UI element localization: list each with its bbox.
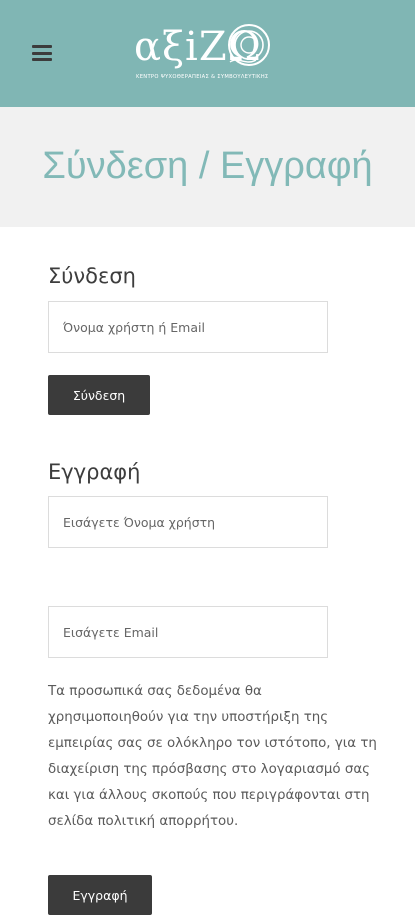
page-title: Σύνδεση / Εγγραφή [42,145,373,187]
register-button[interactable]: Εγγραφή [48,875,152,915]
privacy-notice: Τα προσωπικά σας δεδομένα θα χρησιμοποιη… [48,684,377,829]
logo-swirl-icon [228,24,270,66]
login-username-field[interactable] [48,301,328,353]
register-email-input[interactable] [49,607,327,657]
login-username-input[interactable] [49,302,327,352]
site-header: αξiΖΩ ΚΕΝΤΡΟ ΨΥΧΟΘΕΡΑΠΕΙΑΣ & ΣΥΜΒΟΥΛΕΥΤΙ… [0,0,415,107]
register-username-field[interactable] [48,496,328,548]
register-username-input[interactable] [49,497,327,547]
login-heading: Σύνδεση [48,264,136,288]
register-email-field[interactable] [48,606,328,658]
logo-subtitle: ΚΕΝΤΡΟ ΨΥΧΟΘΕΡΑΠΕΙΑΣ & ΣΥΜΒΟΥΛΕΥΤΙΚΗΣ [136,74,269,80]
site-logo[interactable]: αξiΖΩ ΚΕΝΤΡΟ ΨΥΧΟΘΕΡΑΠΕΙΑΣ & ΣΥΜΒΟΥΛΕΥΤΙ… [134,18,274,88]
hamburger-icon[interactable] [32,45,52,61]
login-button[interactable]: Σύνδεση [48,375,150,415]
page-title-band: Σύνδεση / Εγγραφή [0,107,415,227]
register-heading: Εγγραφή [48,460,141,484]
